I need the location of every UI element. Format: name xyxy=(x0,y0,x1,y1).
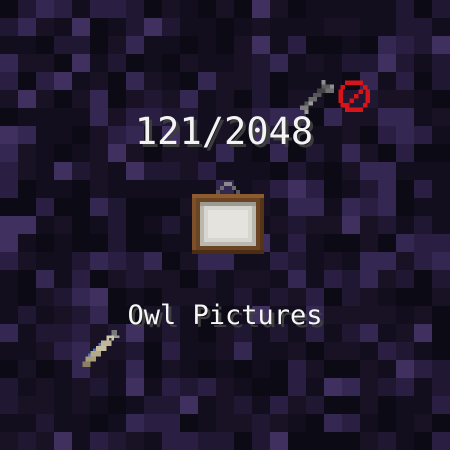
no-entry-icon xyxy=(338,80,370,112)
stored-count: 121/2048 xyxy=(134,110,314,153)
painting-icon xyxy=(192,182,264,254)
item-name-label: Owl Pictures xyxy=(127,300,323,331)
label-tag-icon xyxy=(82,330,120,367)
block-face: 121/2048 Owl Pictures xyxy=(0,0,450,450)
